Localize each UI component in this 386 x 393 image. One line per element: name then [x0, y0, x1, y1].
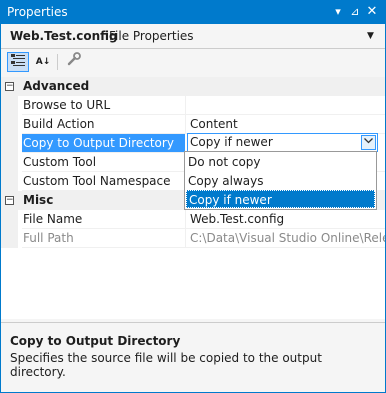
- wrench-icon[interactable]: [63, 52, 85, 72]
- property-value[interactable]: Web.Test.config: [185, 210, 385, 229]
- toolbar: A↓: [1, 50, 385, 75]
- window-menu-icon[interactable]: ▾: [331, 4, 345, 20]
- collapse-icon[interactable]: −: [5, 196, 14, 205]
- object-name: Web.Test.config: [10, 29, 118, 43]
- property-name: Build Action: [22, 115, 185, 134]
- option-copy-always[interactable]: Copy always: [186, 172, 375, 190]
- category-label: Misc: [23, 193, 54, 207]
- chevron-down-icon[interactable]: [361, 135, 376, 150]
- property-value[interactable]: [185, 96, 385, 115]
- collapse-icon[interactable]: −: [5, 82, 14, 91]
- property-name: File Name: [22, 210, 185, 229]
- chevron-down-icon[interactable]: ▼: [367, 31, 374, 41]
- property-row-file-name[interactable]: File Name Web.Test.config: [1, 210, 385, 229]
- description-text: Specifies the source file will be copied…: [10, 351, 322, 379]
- property-name: Custom Tool Namespace: [22, 172, 185, 191]
- categorized-icon[interactable]: [7, 52, 29, 72]
- dropdown-list: Do not copy Copy always Copy if newer: [184, 151, 377, 210]
- alphabetical-icon[interactable]: A↓: [32, 52, 54, 72]
- description-pane: Copy to Output Directory Specifies the s…: [1, 322, 385, 392]
- property-name: Copy to Output Directory: [22, 134, 185, 153]
- combobox-value: Copy if newer: [190, 135, 273, 149]
- description-title: Copy to Output Directory: [10, 334, 181, 348]
- window-title: Properties: [7, 5, 68, 19]
- property-name: Browse to URL: [22, 96, 185, 115]
- property-name: Full Path: [22, 229, 185, 248]
- property-value[interactable]: C:\Data\Visual Studio Online\Releas: [185, 229, 385, 248]
- category-label: Advanced: [23, 79, 90, 93]
- property-row-browse-to-url[interactable]: Browse to URL: [1, 96, 385, 115]
- title-bar: Properties ▾ ⊿ ✕: [1, 1, 385, 24]
- property-row-build-action[interactable]: Build Action Content: [1, 115, 385, 134]
- category-advanced[interactable]: − Advanced: [1, 77, 385, 96]
- option-do-not-copy[interactable]: Do not copy: [186, 153, 375, 171]
- option-copy-if-newer[interactable]: Copy if newer: [186, 190, 375, 208]
- property-name: Custom Tool: [22, 153, 185, 172]
- object-type: File Properties: [109, 29, 194, 43]
- property-row-full-path[interactable]: Full Path C:\Data\Visual Studio Online\R…: [1, 229, 385, 248]
- toolbar-separator: [57, 54, 58, 70]
- object-selector[interactable]: Web.Test.config File Properties ▼: [1, 24, 385, 49]
- property-value[interactable]: Content: [185, 115, 385, 134]
- close-icon[interactable]: ✕: [365, 4, 379, 20]
- pin-icon[interactable]: ⊿: [348, 4, 362, 20]
- copy-output-combobox[interactable]: Copy if newer: [187, 133, 378, 152]
